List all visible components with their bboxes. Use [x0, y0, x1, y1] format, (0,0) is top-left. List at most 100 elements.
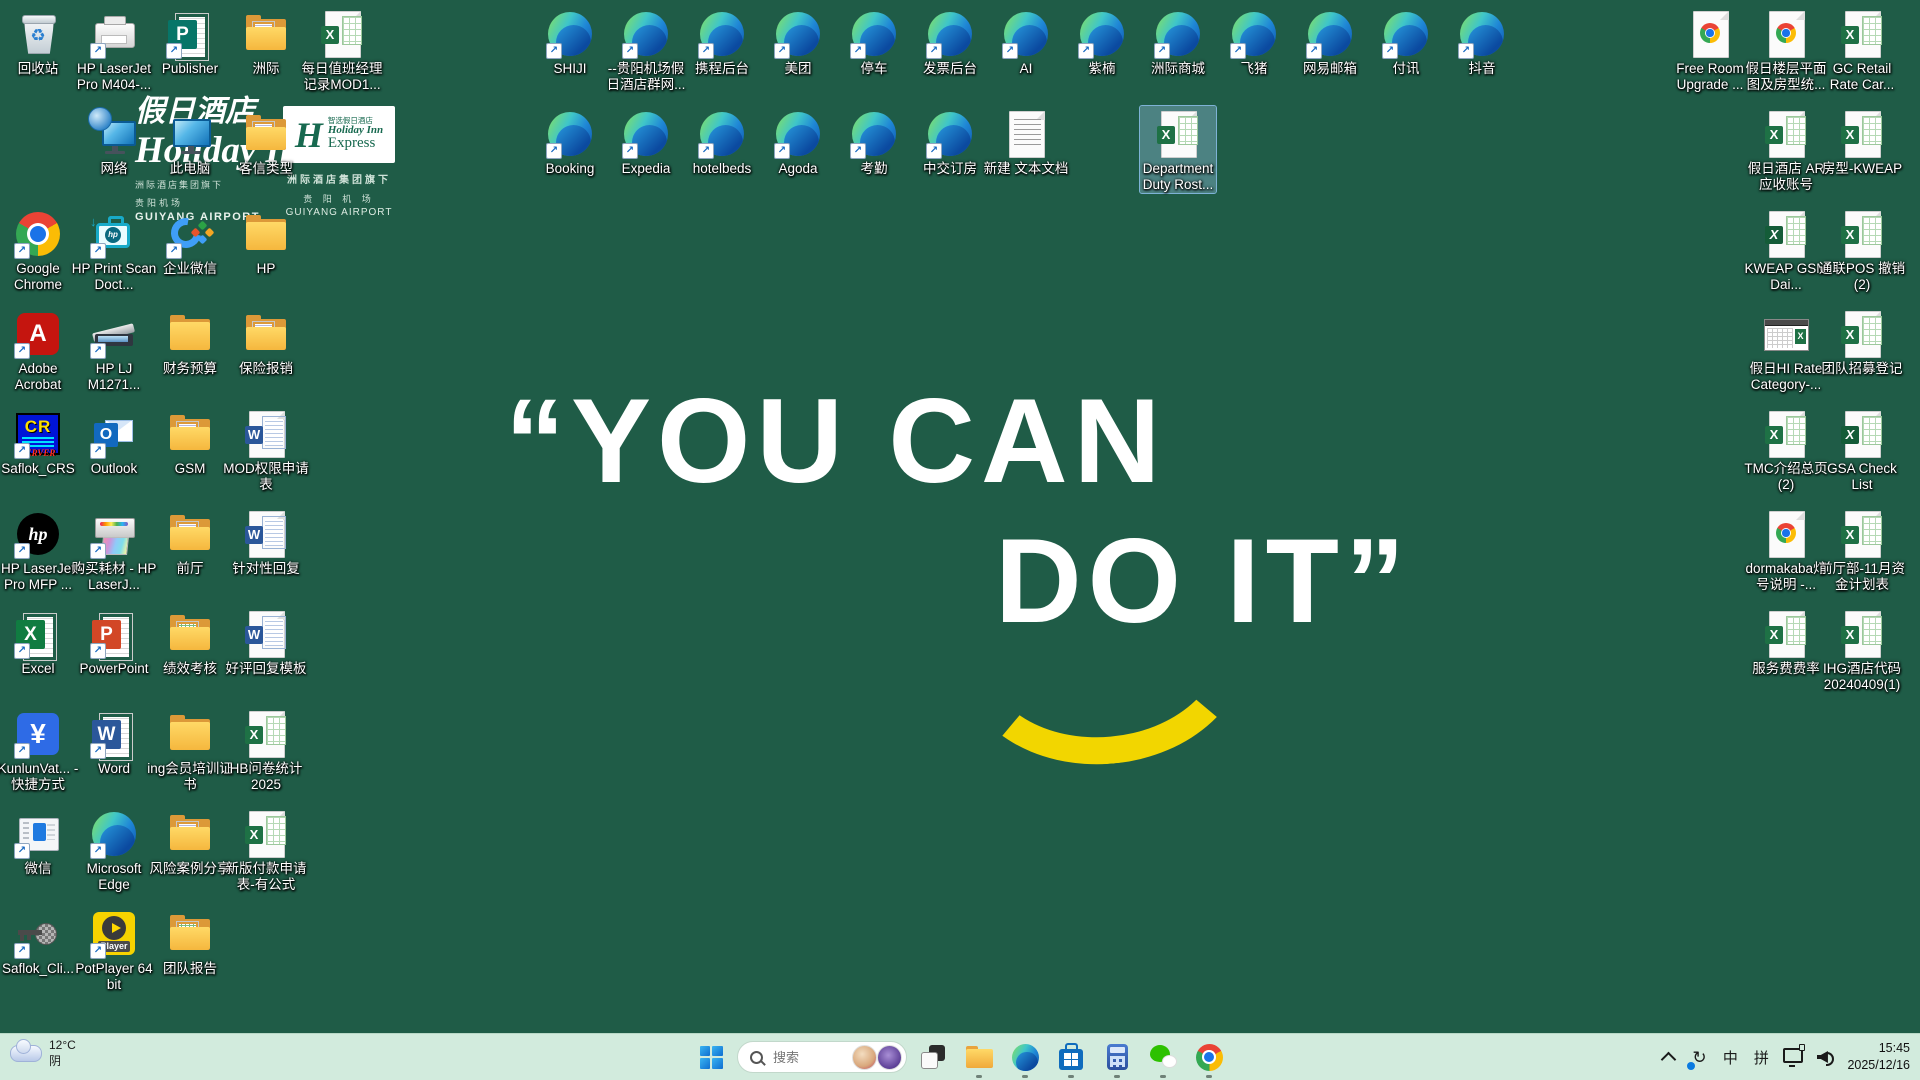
desktop-icon[interactable]: X 通联POS 撤销(2) [1819, 206, 1905, 293]
desktop-icon[interactable]: ↗ 飞猪 [1216, 6, 1292, 77]
tray-show-hidden-icons[interactable] [1659, 1042, 1677, 1072]
desktop-icon[interactable]: X 前厅部-11月资金计划表 [1819, 506, 1905, 593]
desktop-icon[interactable]: X TMC介绍总页(2) [1744, 406, 1828, 493]
desktop-icon[interactable]: ↗ 洲际商城 [1140, 6, 1216, 77]
desktop-icon[interactable]: ing会员培训证书 [147, 706, 233, 793]
search-highlight-image-2[interactable] [877, 1044, 902, 1070]
desktop-icon[interactable]: X GSA Check List [1824, 406, 1900, 493]
search-highlight-image-1[interactable] [852, 1044, 877, 1070]
desktop-icon[interactable]: ↗ Agoda [760, 106, 836, 177]
desktop-icon[interactable]: ↗ --贵阳机场假日酒店群网... [607, 6, 685, 93]
desktop-icon-label: 购买耗材 - HP LaserJ... [71, 561, 157, 592]
desktop-icon[interactable]: hp ↓ ↗ HP Print Scan Doct... [72, 206, 157, 293]
desktop-icon[interactable]: W 好评回复模板 [226, 606, 307, 677]
desktop-icon[interactable]: ↗ HP LJ M1271... [76, 306, 152, 393]
desktop-icon[interactable]: X KWEAP GSM Dai... [1744, 206, 1828, 293]
taskbar-app-store[interactable] [1051, 1035, 1091, 1079]
microsoft-store-icon [1059, 1043, 1083, 1070]
desktop-icon[interactable]: P ↗ Publisher [152, 6, 228, 77]
taskbar-app-task-view[interactable] [913, 1035, 953, 1079]
desktop-icon[interactable]: 风险案例分享 [150, 806, 231, 877]
desktop-icon[interactable]: X 每日值班经理记录MOD1... [302, 6, 383, 93]
desktop-icon[interactable]: ↗ 企业微信 [152, 206, 228, 277]
desktop-icon[interactable]: X 服务费费率 [1748, 606, 1824, 677]
desktop-icon[interactable]: 财务预算 [152, 306, 228, 377]
desktop-icon[interactable]: A ↗ Adobe Acrobat [0, 306, 76, 393]
desktop-icon[interactable]: GSM [152, 406, 228, 477]
desktop-icon[interactable]: ↗ Expedia [608, 106, 684, 177]
taskbar-app-calculator[interactable] [1097, 1035, 1137, 1079]
desktop-icon[interactable]: X 新版付款申请表-有公式 [226, 806, 307, 893]
desktop-icon[interactable]: ↗ hotelbeds [684, 106, 760, 177]
desktop-icon[interactable]: O ↗ Outlook [76, 406, 152, 477]
desktop-icon[interactable]: 团队报告 [152, 906, 228, 977]
desktop-icon[interactable]: X Department Duty Rost... [1139, 105, 1217, 194]
desktop-icon[interactable]: 网络 [76, 106, 152, 177]
desktop-icon[interactable]: P ↗ PowerPoint [76, 606, 152, 677]
desktop-icon[interactable]: Free Room Upgrade ... [1672, 6, 1748, 93]
desktop-icon[interactable]: 此电脑 [152, 106, 228, 177]
taskbar-search[interactable] [737, 1041, 907, 1073]
taskbar-app-edge[interactable] [1005, 1035, 1045, 1079]
desktop-icon[interactable]: X ↗ Excel [0, 606, 76, 677]
desktop-icon[interactable]: ↗ 付讯 [1368, 6, 1444, 77]
taskbar-clock[interactable]: 15:45 2025/12/16 [1847, 1040, 1910, 1074]
desktop-icon[interactable]: X 房型-KWEAP [1822, 106, 1902, 177]
desktop-icon[interactable]: 保险报销 [228, 306, 304, 377]
desktop-icon[interactable]: ↗ Booking [532, 106, 608, 177]
desktop-icon[interactable]: X 假日酒店 AR 应收账号 [1748, 106, 1824, 193]
desktop-icon[interactable]: CR SERVER ↗ Saflok_CRS [0, 406, 76, 477]
tray-ime-pinyin[interactable]: 拼 [1752, 1042, 1770, 1072]
tray-sync-icon[interactable]: ↻ [1687, 1042, 1708, 1072]
tray-volume-icon[interactable] [1816, 1042, 1834, 1072]
desktop-icon[interactable]: Player ↗ PotPlayer 64 bit [75, 906, 153, 993]
desktop-icon[interactable]: ↗ 发票后台 [912, 6, 988, 77]
desktop-icon[interactable]: X 团队招募登记 [1822, 306, 1903, 377]
desktop-icon[interactable]: X GC Retail Rate Car... [1824, 6, 1900, 93]
desktop-icon[interactable]: ↗ 携程后台 [684, 6, 760, 77]
desktop-icon[interactable]: ↗ 微信 [0, 806, 76, 877]
taskbar-app-wechat[interactable] [1143, 1035, 1183, 1079]
desktop-icon[interactable]: X HB问卷统计2025 [228, 706, 304, 793]
desktop-icon[interactable]: 前厅 [152, 506, 228, 577]
desktop-icon[interactable]: W ↗ Word [76, 706, 152, 777]
search-input[interactable] [771, 1048, 844, 1066]
desktop-icon[interactable]: HP [228, 206, 304, 277]
desktop-icon[interactable]: ↗ 中交订房 [912, 106, 988, 177]
desktop-icon[interactable]: ↗ 购买耗材 - HP LaserJ... [72, 506, 156, 593]
shortcut-arrow-icon: ↗ [14, 243, 30, 259]
desktop-icon[interactable]: ↗ 抖音 [1444, 6, 1520, 77]
desktop-icon[interactable]: ↗ Saflok_Cli... [0, 906, 76, 977]
desktop-icon[interactable]: 绩效考核 [152, 606, 228, 677]
desktop-icon[interactable]: hp ↗ HP LaserJet Pro MFP ... [0, 506, 76, 593]
tray-ime-language[interactable]: 中 [1721, 1042, 1739, 1072]
desktop-icon[interactable]: ↗ 紫楠 [1064, 6, 1140, 77]
desktop-icon[interactable]: ↗ HP LaserJet Pro M404-... [76, 6, 152, 93]
taskbar-app-chrome[interactable] [1189, 1035, 1229, 1079]
desktop-icon[interactable]: ↗ 考勤 [836, 106, 912, 177]
desktop-icon[interactable]: dormakaba灯号说明 -... [1745, 506, 1827, 593]
desktop-icon[interactable]: W MOD权限申请表 [223, 406, 309, 493]
desktop-icon[interactable]: ¥ ↗ KunlunVat... - 快捷方式 [0, 706, 78, 793]
desktop-icon[interactable]: ↗ 美团 [760, 6, 836, 77]
desktop-icon[interactable]: ↗ SHIJI [532, 6, 608, 77]
desktop-icon[interactable]: 假日楼层平面图及房型统... [1746, 6, 1827, 93]
shortcut-arrow-icon: ↗ [850, 43, 866, 59]
desktop-icon[interactable]: X IHG酒店代码20240409(1) [1823, 606, 1901, 693]
desktop-icon-label: hotelbeds [692, 161, 752, 176]
taskbar-app-file-explorer[interactable] [959, 1035, 999, 1079]
desktop-icon[interactable]: X 假日HI Rate Category-... [1748, 306, 1824, 393]
start-button[interactable] [691, 1035, 731, 1079]
desktop-icon[interactable]: 洲际 [228, 6, 304, 77]
taskbar-weather-widget[interactable]: 12°C 阴 [10, 1038, 76, 1069]
desktop-icon[interactable]: ↗ Microsoft Edge [76, 806, 152, 893]
desktop-icon[interactable]: ↗ Google Chrome [0, 206, 76, 293]
desktop-icon[interactable]: ↗ 停车 [836, 6, 912, 77]
desktop-icon[interactable]: ↗ 网易邮箱 [1292, 6, 1368, 77]
desktop-icon[interactable]: ↗ AI [988, 6, 1064, 77]
desktop-icon[interactable]: 新建 文本文档 [984, 106, 1068, 177]
desktop-icon[interactable]: 客信类型 [228, 106, 304, 177]
desktop-icon[interactable]: ♻ 回收站 [0, 6, 76, 77]
tray-network-icon[interactable] [1783, 1042, 1806, 1072]
desktop-icon[interactable]: W 针对性回复 [228, 506, 304, 577]
